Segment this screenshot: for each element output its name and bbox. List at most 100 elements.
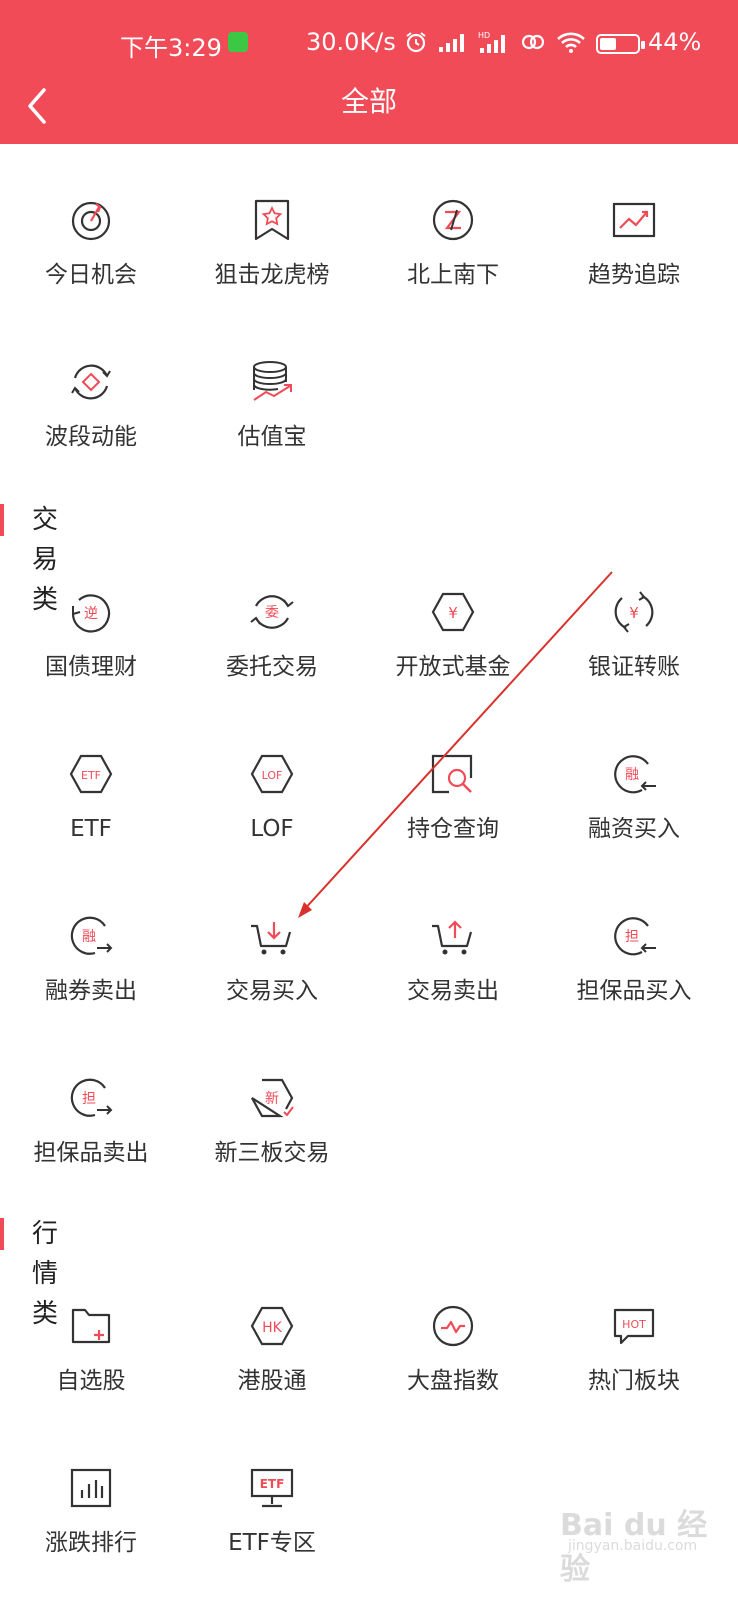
item-label: 今日机会	[45, 262, 137, 288]
item-label: 狙击龙虎榜	[214, 262, 330, 288]
battery-text: 44%	[648, 28, 702, 56]
grid-item-bond-finance[interactable]: 逆 国债理财	[0, 590, 182, 710]
item-label: 新三板交易	[214, 1140, 330, 1166]
grid-item-watchlist[interactable]: 自选股	[0, 1304, 182, 1424]
hot-bubble-icon: HOT	[613, 1308, 655, 1345]
alarm-icon	[406, 32, 426, 53]
item-label: 持仓查询	[407, 816, 499, 842]
grid-item-dragon-tiger[interactable]: 狙击龙虎榜	[181, 198, 363, 318]
item-label: 融券卖出	[45, 978, 137, 1004]
grid-item-ranking[interactable]: 涨跌排行	[0, 1466, 182, 1586]
item-label: 波段动能	[45, 424, 137, 450]
watermark-main: Bai du 经验	[560, 1508, 708, 1587]
item-label: 自选股	[56, 1368, 126, 1394]
signal-hd-icon: HD	[478, 31, 505, 53]
watermark-sub: jingyan.baidu.com	[568, 1538, 698, 1554]
wifi-icon	[557, 32, 585, 53]
lof-icon: LOF	[250, 754, 294, 794]
margin-buy-icon: 融	[614, 755, 656, 794]
battery-icon	[596, 34, 645, 54]
wechat-notification-icon	[228, 32, 248, 52]
network-speed: 30.0K/s	[306, 28, 396, 56]
grid-item-open-fund[interactable]: ¥ 开放式基金	[362, 590, 544, 710]
grid-item-trade-buy[interactable]: 交易买入	[181, 914, 363, 1034]
item-label: 交易卖出	[407, 978, 499, 1004]
icon-glyph: 担	[625, 929, 639, 945]
link-icon	[521, 34, 545, 50]
section-accent-bar	[0, 1218, 4, 1250]
grid-item-short-sell[interactable]: 融 融券卖出	[0, 914, 182, 1034]
short-sell-icon: 融	[70, 916, 113, 955]
grid-item-collateral-sell[interactable]: 担 担保品卖出	[0, 1076, 182, 1196]
target-icon	[71, 201, 111, 241]
trend-chart-icon	[612, 202, 656, 238]
collateral-buy-icon: 担	[614, 917, 656, 956]
collateral-sell-icon: 担	[70, 1078, 113, 1117]
etf-icon: ETF	[69, 754, 113, 794]
grid-item-position-query[interactable]: 持仓查询	[362, 752, 544, 872]
page-title: 全部	[340, 85, 397, 118]
etf-monitor-icon: ETF	[250, 1468, 294, 1508]
grid-item-entrust-trade[interactable]: 委 委托交易	[181, 590, 363, 710]
entrust-icon: 委	[250, 595, 294, 629]
transfer-icon: ¥	[614, 591, 654, 633]
baidu-watermark: Bai du 经验 jingyan.baidu.com	[560, 1500, 720, 1587]
index-pulse-icon	[432, 1305, 474, 1347]
neeq-icon: 新	[251, 1078, 294, 1118]
item-label: 北上南下	[407, 262, 499, 288]
item-label: 融资买入	[588, 816, 680, 842]
coin-stack-icon	[253, 361, 292, 401]
grid-item-etf[interactable]: ETF ETF	[0, 752, 182, 872]
status-time: 下午3:29	[120, 34, 222, 62]
grid-item-trend-tracking[interactable]: 趋势追踪	[543, 198, 725, 318]
grid-item-band-momentum[interactable]: 波段动能	[0, 360, 182, 480]
grid-item-hk-connect[interactable]: HK 港股通	[181, 1304, 363, 1424]
icon-glyph: LOF	[262, 769, 283, 782]
icon-glyph: ETF	[81, 769, 101, 782]
grid-item-lof[interactable]: LOF LOF	[181, 752, 363, 872]
section-accent-bar	[0, 504, 4, 536]
item-label: ETF专区	[228, 1530, 316, 1556]
icon-glyph: HOT	[622, 1318, 646, 1331]
item-label: 国债理财	[45, 654, 137, 680]
icon-glyph: 新	[265, 1091, 279, 1107]
bond-icon: 逆	[71, 594, 111, 633]
cart-sell-icon	[432, 920, 473, 955]
icon-glyph: 担	[82, 1091, 96, 1107]
item-label: 港股通	[237, 1368, 307, 1394]
grid-item-trade-sell[interactable]: 交易卖出	[362, 914, 544, 1034]
grid-item-neeq-trade[interactable]: 新 新三板交易	[181, 1076, 363, 1196]
hk-icon: HK	[250, 1306, 294, 1346]
status-icons: HD	[404, 30, 586, 54]
icon-glyph: HK	[262, 1320, 283, 1336]
cart-buy-icon	[251, 922, 292, 955]
grid-item-margin-buy[interactable]: 融 融资买入	[543, 752, 725, 872]
item-label: 担保品买入	[576, 978, 692, 1004]
icon-glyph: ¥	[448, 604, 458, 622]
grid-item-north-south[interactable]: 北上南下	[362, 198, 544, 318]
folder-plus-icon	[71, 1308, 111, 1344]
grid-item-valuation[interactable]: 估值宝	[181, 360, 363, 480]
icon-glyph: ETF	[260, 1477, 285, 1491]
grid-item-collateral-buy[interactable]: 担 担保品买入	[543, 914, 725, 1034]
item-label: LOF	[250, 816, 294, 842]
item-label: 趋势追踪	[588, 262, 680, 288]
item-label: 交易买入	[226, 978, 318, 1004]
position-search-icon	[431, 754, 473, 794]
signal-icon	[439, 34, 464, 52]
grid-item-market-index[interactable]: 大盘指数	[362, 1304, 544, 1424]
status-bar: 下午3:29 30.0K/s HD 44%	[0, 22, 738, 62]
item-label: 开放式基金	[395, 654, 511, 680]
grid-item-bank-transfer[interactable]: ¥ 银证转账	[543, 590, 725, 710]
icon-glyph: 逆	[84, 606, 98, 622]
item-label: 热门板块	[588, 1368, 680, 1394]
item-label: 涨跌排行	[45, 1530, 137, 1556]
fund-icon: ¥	[431, 592, 475, 632]
item-label: 担保品卖出	[33, 1140, 149, 1166]
grid-item-hot-sector[interactable]: HOT 热门板块	[543, 1304, 725, 1424]
icon-glyph: 委	[265, 605, 279, 621]
grid-item-etf-zone[interactable]: ETF ETF专区	[181, 1466, 363, 1586]
grid-item-today-opportunity[interactable]: 今日机会	[0, 198, 182, 318]
svg-text:HD: HD	[478, 31, 490, 40]
item-label: 委托交易	[226, 654, 318, 680]
